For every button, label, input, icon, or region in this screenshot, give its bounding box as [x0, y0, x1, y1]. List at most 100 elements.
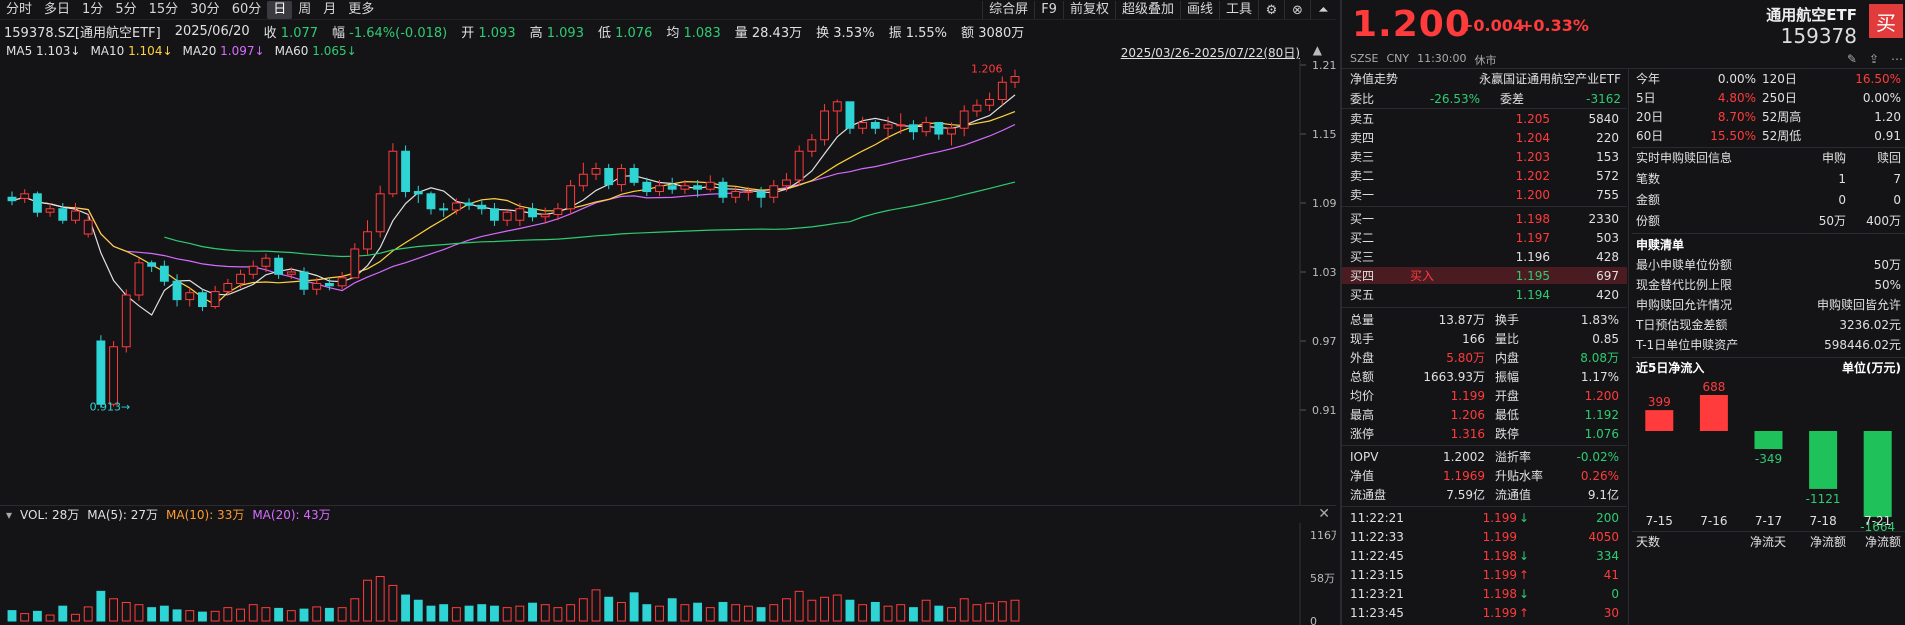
tick-row-4: 11:23:21 1.198 ↓ 0	[1342, 585, 1627, 602]
period-8[interactable]: 周	[292, 1, 317, 19]
period-3[interactable]: 5分	[109, 1, 142, 19]
candle	[794, 150, 804, 181]
nav-row[interactable]: 净值走势 永赢国证通用航空产业ETF	[1350, 70, 1621, 87]
candle	[883, 124, 893, 129]
volume-bar	[756, 607, 766, 622]
asks-level-2[interactable]: 卖三 1.203 153	[1342, 148, 1627, 165]
candle	[591, 168, 601, 175]
flow-col: 净流额	[1809, 535, 1846, 549]
ma-value: 1.065↓	[312, 44, 357, 58]
toolbar-button-4[interactable]: 画线	[1179, 1, 1219, 19]
toolbar-button-2[interactable]: 前复权	[1062, 1, 1115, 19]
redeem-value: 0	[1838, 192, 1846, 207]
redeem-value: 50万	[1818, 214, 1846, 228]
level-label: 买五	[1350, 288, 1375, 302]
pen-icon[interactable]: ✎	[1847, 52, 1857, 66]
perf-row-2: 20日 8.70% 52周高 1.20	[1632, 108, 1905, 125]
asks-level-4[interactable]: 卖一 1.200 755	[1342, 186, 1627, 203]
more-icon[interactable]: ⋯	[1891, 52, 1903, 66]
bids-level-1[interactable]: 买二 1.197 503	[1342, 229, 1627, 246]
period-7[interactable]: 日	[267, 0, 293, 19]
volume-bar	[121, 601, 131, 622]
market-info: SZSE CNY 11:30:00 休市	[1350, 52, 1497, 68]
stat-value: 1.192	[1584, 407, 1619, 422]
tick-volume: 200	[1596, 510, 1619, 525]
volume-bar	[820, 596, 829, 622]
asks-level-1[interactable]: 卖四 1.204 220	[1342, 129, 1627, 146]
candle	[947, 127, 956, 135]
stat-value: 1.076	[1584, 426, 1619, 441]
quote-avg: 均 1.083	[666, 25, 721, 41]
inflow-category: 7-18	[1809, 514, 1836, 528]
volume-bar	[731, 604, 741, 622]
candle	[934, 122, 944, 135]
stat-value: 9.1亿	[1587, 488, 1619, 502]
vol-value: VOL: 28万	[20, 508, 80, 522]
perf-value: 0.00%	[1717, 71, 1756, 86]
candle	[832, 101, 842, 112]
settings-icon[interactable]: ⚙	[1258, 0, 1284, 20]
candle	[286, 271, 296, 275]
inflow-header: 近5日净流入 单位(万元)	[1632, 359, 1905, 376]
bids-level-0[interactable]: 买一 1.198 2330	[1342, 210, 1627, 227]
candle	[477, 204, 487, 210]
period-4[interactable]: 15分	[143, 1, 185, 19]
level-label: 卖五	[1350, 112, 1375, 126]
stat-label: IOPV	[1350, 449, 1379, 464]
volume-menu-icon[interactable]: ▾	[6, 508, 12, 522]
volume-bar	[312, 606, 322, 622]
period-1[interactable]: 多日	[38, 1, 76, 19]
collapse-arrow-icon[interactable]: ▲	[1313, 43, 1322, 57]
tick-row-0: 11:22:21 1.199 ↓ 200	[1342, 509, 1627, 526]
bids-level-2[interactable]: 买三 1.196 428	[1342, 248, 1627, 265]
candle	[807, 139, 817, 152]
quote-row: 159378.SZ[通用航空ETF] 2025/06/20 收 1.077 幅 …	[4, 21, 1024, 41]
candle	[858, 122, 868, 129]
period-9[interactable]: 月	[317, 1, 342, 19]
share-icon[interactable]: ⇪	[1869, 52, 1879, 66]
tick-time: 11:22:45	[1350, 548, 1404, 563]
candle	[528, 208, 537, 218]
last-price: 1.200	[1352, 4, 1471, 45]
period-10[interactable]: 更多	[342, 1, 380, 19]
subscribe-value: 598446.02元	[1824, 338, 1901, 352]
stats-row-5: 最高 1.206 最低 1.192	[1342, 406, 1627, 423]
inflow-value: 399	[1648, 395, 1671, 409]
period-toolbar: 分时 多日 1分 5分 15分 30分 60分日周月更多 综合屏 F9 前复权 超级叠加 画线 工具 ⚙ ⊗…	[0, 0, 1336, 20]
asks-level-3[interactable]: 卖二 1.202 572	[1342, 167, 1627, 184]
date-range[interactable]: 2025/03/26-2025/07/22(80日)	[1121, 44, 1300, 61]
candle	[388, 150, 398, 195]
candle	[58, 208, 68, 221]
volume-bar	[591, 589, 601, 622]
ma-label: MA20	[182, 44, 221, 58]
redeem-value: 400万	[1866, 214, 1901, 228]
close-icon[interactable]: ✕	[1318, 506, 1330, 522]
perf-value: 15.50%	[1710, 128, 1756, 143]
level-volume: 428	[1596, 249, 1619, 264]
level-label: 卖一	[1350, 188, 1375, 202]
collapse-icon[interactable]: ⏶	[1310, 0, 1336, 20]
volume-header: ▾ VOL: 28万 MA(5): 27万 MA(10): 33万 MA(20)…	[0, 505, 1336, 523]
toolbar-button-3[interactable]: 超级叠加	[1114, 1, 1180, 19]
toolbar-button-5[interactable]: 工具	[1218, 1, 1258, 19]
candle	[680, 185, 690, 190]
tick-price: 1.199	[1482, 605, 1517, 620]
toolbar-button-0[interactable]: 综合屏	[982, 1, 1034, 19]
period-6[interactable]: 60分	[226, 1, 268, 19]
asks-level-0[interactable]: 卖五 1.205 5840	[1342, 110, 1627, 127]
period-5[interactable]: 30分	[184, 1, 226, 19]
tick-time: 11:23:21	[1350, 586, 1404, 601]
quote-swing: 振 1.55%	[888, 25, 948, 41]
period-0[interactable]: 分时	[0, 1, 38, 19]
bids-level-3[interactable]: 买四 买入 1.195 697	[1342, 267, 1627, 284]
period-2[interactable]: 1分	[76, 1, 109, 19]
bids-level-4[interactable]: 买五 1.194 420	[1342, 286, 1627, 303]
toolbar-button-1[interactable]: F9	[1034, 1, 1063, 19]
volume-bar	[261, 607, 271, 622]
redeem-row-0: 笔数 1 7	[1632, 170, 1905, 187]
price-axis-label: 1.150	[1312, 128, 1336, 141]
close-circle-icon[interactable]: ⊗	[1284, 0, 1310, 20]
buy-button[interactable]: 买	[1869, 4, 1903, 38]
stat-value: 0.85	[1592, 331, 1619, 346]
etf-code: 159378	[1780, 24, 1857, 48]
